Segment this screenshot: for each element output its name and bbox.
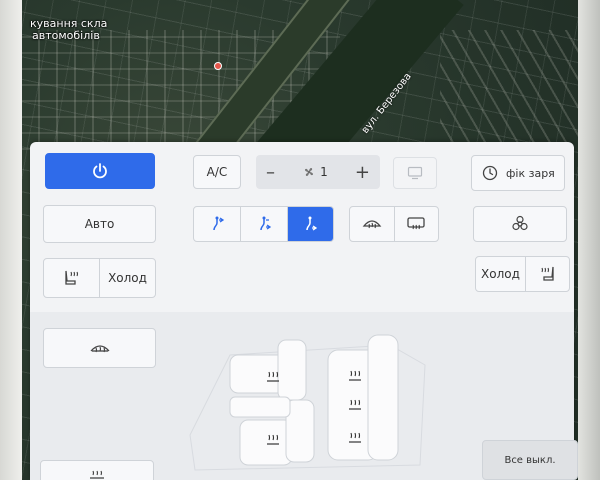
seat-heat-icon	[62, 269, 82, 287]
car-cabin-illustration	[170, 325, 440, 475]
power-button[interactable]	[45, 153, 155, 189]
screen-bezel-left	[0, 0, 22, 480]
fan-speed-control: – 1 +	[256, 155, 380, 189]
rear-defrost-button[interactable]	[393, 207, 438, 241]
power-icon	[91, 162, 109, 180]
airflow-face-feet-icon	[255, 215, 273, 233]
seat-heat-indicator-rear-middle[interactable]	[344, 397, 366, 413]
map-pin[interactable]	[214, 62, 222, 70]
recirculation-button[interactable]	[473, 206, 567, 242]
fan-level-value: 1	[320, 165, 328, 179]
seat-heat-indicator-rear-left[interactable]	[344, 368, 366, 384]
clock-icon	[482, 165, 498, 181]
map-plots-right	[440, 30, 590, 150]
airflow-feet-button[interactable]	[286, 207, 333, 241]
screen-icon	[407, 166, 423, 180]
front-defrost-button[interactable]	[350, 207, 394, 241]
seat-heat-icon	[537, 265, 557, 283]
all-off-label: Все выкл.	[504, 454, 556, 466]
fan-increase-button[interactable]: +	[355, 162, 370, 183]
map-place-label: кування скла автомобілів	[30, 17, 108, 42]
fan-decrease-button[interactable]: –	[266, 162, 275, 183]
seat-heat-indicator-rear-right[interactable]	[344, 430, 366, 446]
seat-heat-icon	[87, 468, 107, 480]
screen-bezel-right	[578, 0, 600, 480]
right-seat-control: Холод	[475, 256, 570, 292]
all-off-button[interactable]: Все выкл.	[482, 440, 578, 480]
airflow-face-button[interactable]	[194, 207, 240, 241]
airflow-mode-group	[193, 206, 334, 242]
schedule-label: фік заря	[506, 166, 555, 180]
right-seat-mode-text: Холод	[481, 267, 520, 281]
screen-button[interactable]	[393, 157, 437, 189]
biohazard-icon	[511, 215, 529, 233]
defrost-group	[349, 206, 439, 242]
airflow-face-feet-button[interactable]	[240, 207, 286, 241]
auto-label: Авто	[84, 217, 115, 231]
left-seat-control: Холод	[43, 258, 156, 298]
left-seat-mode-text: Холод	[108, 271, 147, 285]
right-seat-heat-button[interactable]	[524, 257, 569, 291]
right-seat-mode-label[interactable]: Холод	[476, 257, 525, 291]
seat-heat-indicator-front-right[interactable]	[262, 432, 284, 448]
airflow-face-icon	[208, 215, 226, 233]
rear-defrost-icon	[406, 216, 426, 232]
schedule-button[interactable]: фік заря	[471, 155, 565, 191]
seat-heat-indicator-front-left[interactable]	[262, 369, 284, 385]
ac-label: A/C	[206, 165, 228, 179]
steering-heat-icon	[89, 339, 111, 357]
left-seat-heat-button[interactable]	[44, 259, 99, 297]
fan-level-display: 1	[302, 165, 328, 179]
auto-button[interactable]: Авто	[43, 205, 156, 243]
steering-heat-button[interactable]	[43, 328, 156, 368]
left-seat-mode-label[interactable]: Холод	[99, 259, 155, 297]
fan-icon	[302, 165, 316, 179]
rear-seat-heat-button[interactable]	[40, 460, 154, 480]
airflow-feet-icon	[301, 215, 319, 233]
front-defrost-icon	[362, 216, 382, 232]
ac-button[interactable]: A/C	[193, 155, 241, 189]
